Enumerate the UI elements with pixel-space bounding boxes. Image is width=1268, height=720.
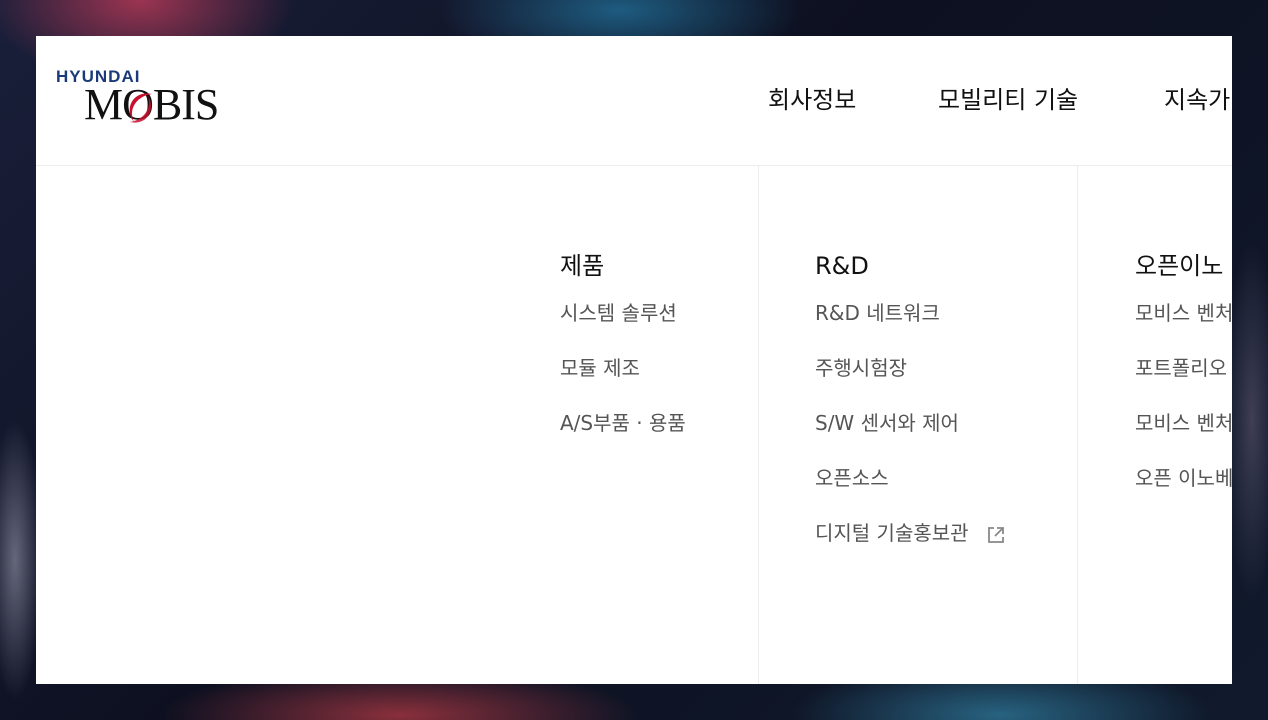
menu-column-products: 제품 시스템 솔루션 모듈 제조 A/S부품 · 용품 bbox=[560, 246, 686, 461]
column-divider bbox=[758, 166, 759, 684]
site-header: HYUNDAI MOBIS 회사정보 모빌리티 기술 지속가 bbox=[36, 36, 1232, 166]
nav-item-company-info[interactable]: 회사정보 bbox=[768, 82, 856, 118]
menu-item-rnd-network[interactable]: R&D 네트워크 bbox=[815, 296, 1007, 351]
menu-item-mobis-venture-2[interactable]: 모비스 벤처 bbox=[1135, 406, 1232, 461]
menu-column-open-innovation: 오픈이노 모비스 벤처 포트폴리오 모비스 벤처 오픈 이노베 bbox=[1135, 246, 1232, 516]
column-divider bbox=[1077, 166, 1078, 684]
menu-item-as-parts[interactable]: A/S부품 · 용품 bbox=[560, 406, 686, 461]
menu-item-label: 디지털 기술홍보관 bbox=[815, 521, 969, 545]
nav-item-sustainability[interactable]: 지속가 bbox=[1164, 82, 1230, 118]
menu-title-products[interactable]: 제품 bbox=[560, 246, 686, 286]
menu-item-module-manufacturing[interactable]: 모듈 제조 bbox=[560, 351, 686, 406]
external-link-icon bbox=[988, 526, 1004, 543]
menu-item-proving-ground[interactable]: 주행시험장 bbox=[815, 351, 1007, 406]
menu-title-open-innovation[interactable]: 오픈이노 bbox=[1135, 246, 1232, 286]
mega-menu-panel: HYUNDAI MOBIS 회사정보 모빌리티 기술 지속가 제품 시스템 솔루… bbox=[36, 36, 1232, 684]
menu-item-portfolio[interactable]: 포트폴리오 bbox=[1135, 351, 1232, 406]
menu-item-open-innovation[interactable]: 오픈 이노베 bbox=[1135, 461, 1232, 516]
menu-item-digital-tech-pr-hall[interactable]: 디지털 기술홍보관 bbox=[815, 516, 1007, 571]
menu-title-rnd[interactable]: R&D bbox=[815, 246, 1007, 286]
menu-item-open-source[interactable]: 오픈소스 bbox=[815, 461, 1007, 516]
hyundai-mobis-logo[interactable]: HYUNDAI MOBIS bbox=[56, 68, 236, 130]
menu-item-mobis-venture[interactable]: 모비스 벤처 bbox=[1135, 296, 1232, 351]
logo-swoosh-icon bbox=[129, 93, 152, 123]
menu-column-rnd: R&D R&D 네트워크 주행시험장 S/W 센서와 제어 오픈소스 디지털 기… bbox=[815, 246, 1007, 571]
menu-list-rnd: R&D 네트워크 주행시험장 S/W 센서와 제어 오픈소스 디지털 기술홍보관 bbox=[815, 296, 1007, 571]
menu-list-open-innovation: 모비스 벤처 포트폴리오 모비스 벤처 오픈 이노베 bbox=[1135, 296, 1232, 516]
nav-item-mobility-tech[interactable]: 모빌리티 기술 bbox=[938, 82, 1078, 118]
menu-list-products: 시스템 솔루션 모듈 제조 A/S부품 · 용품 bbox=[560, 296, 686, 461]
menu-item-system-solution[interactable]: 시스템 솔루션 bbox=[560, 296, 686, 351]
menu-item-sw-sensor-control[interactable]: S/W 센서와 제어 bbox=[815, 406, 1007, 461]
